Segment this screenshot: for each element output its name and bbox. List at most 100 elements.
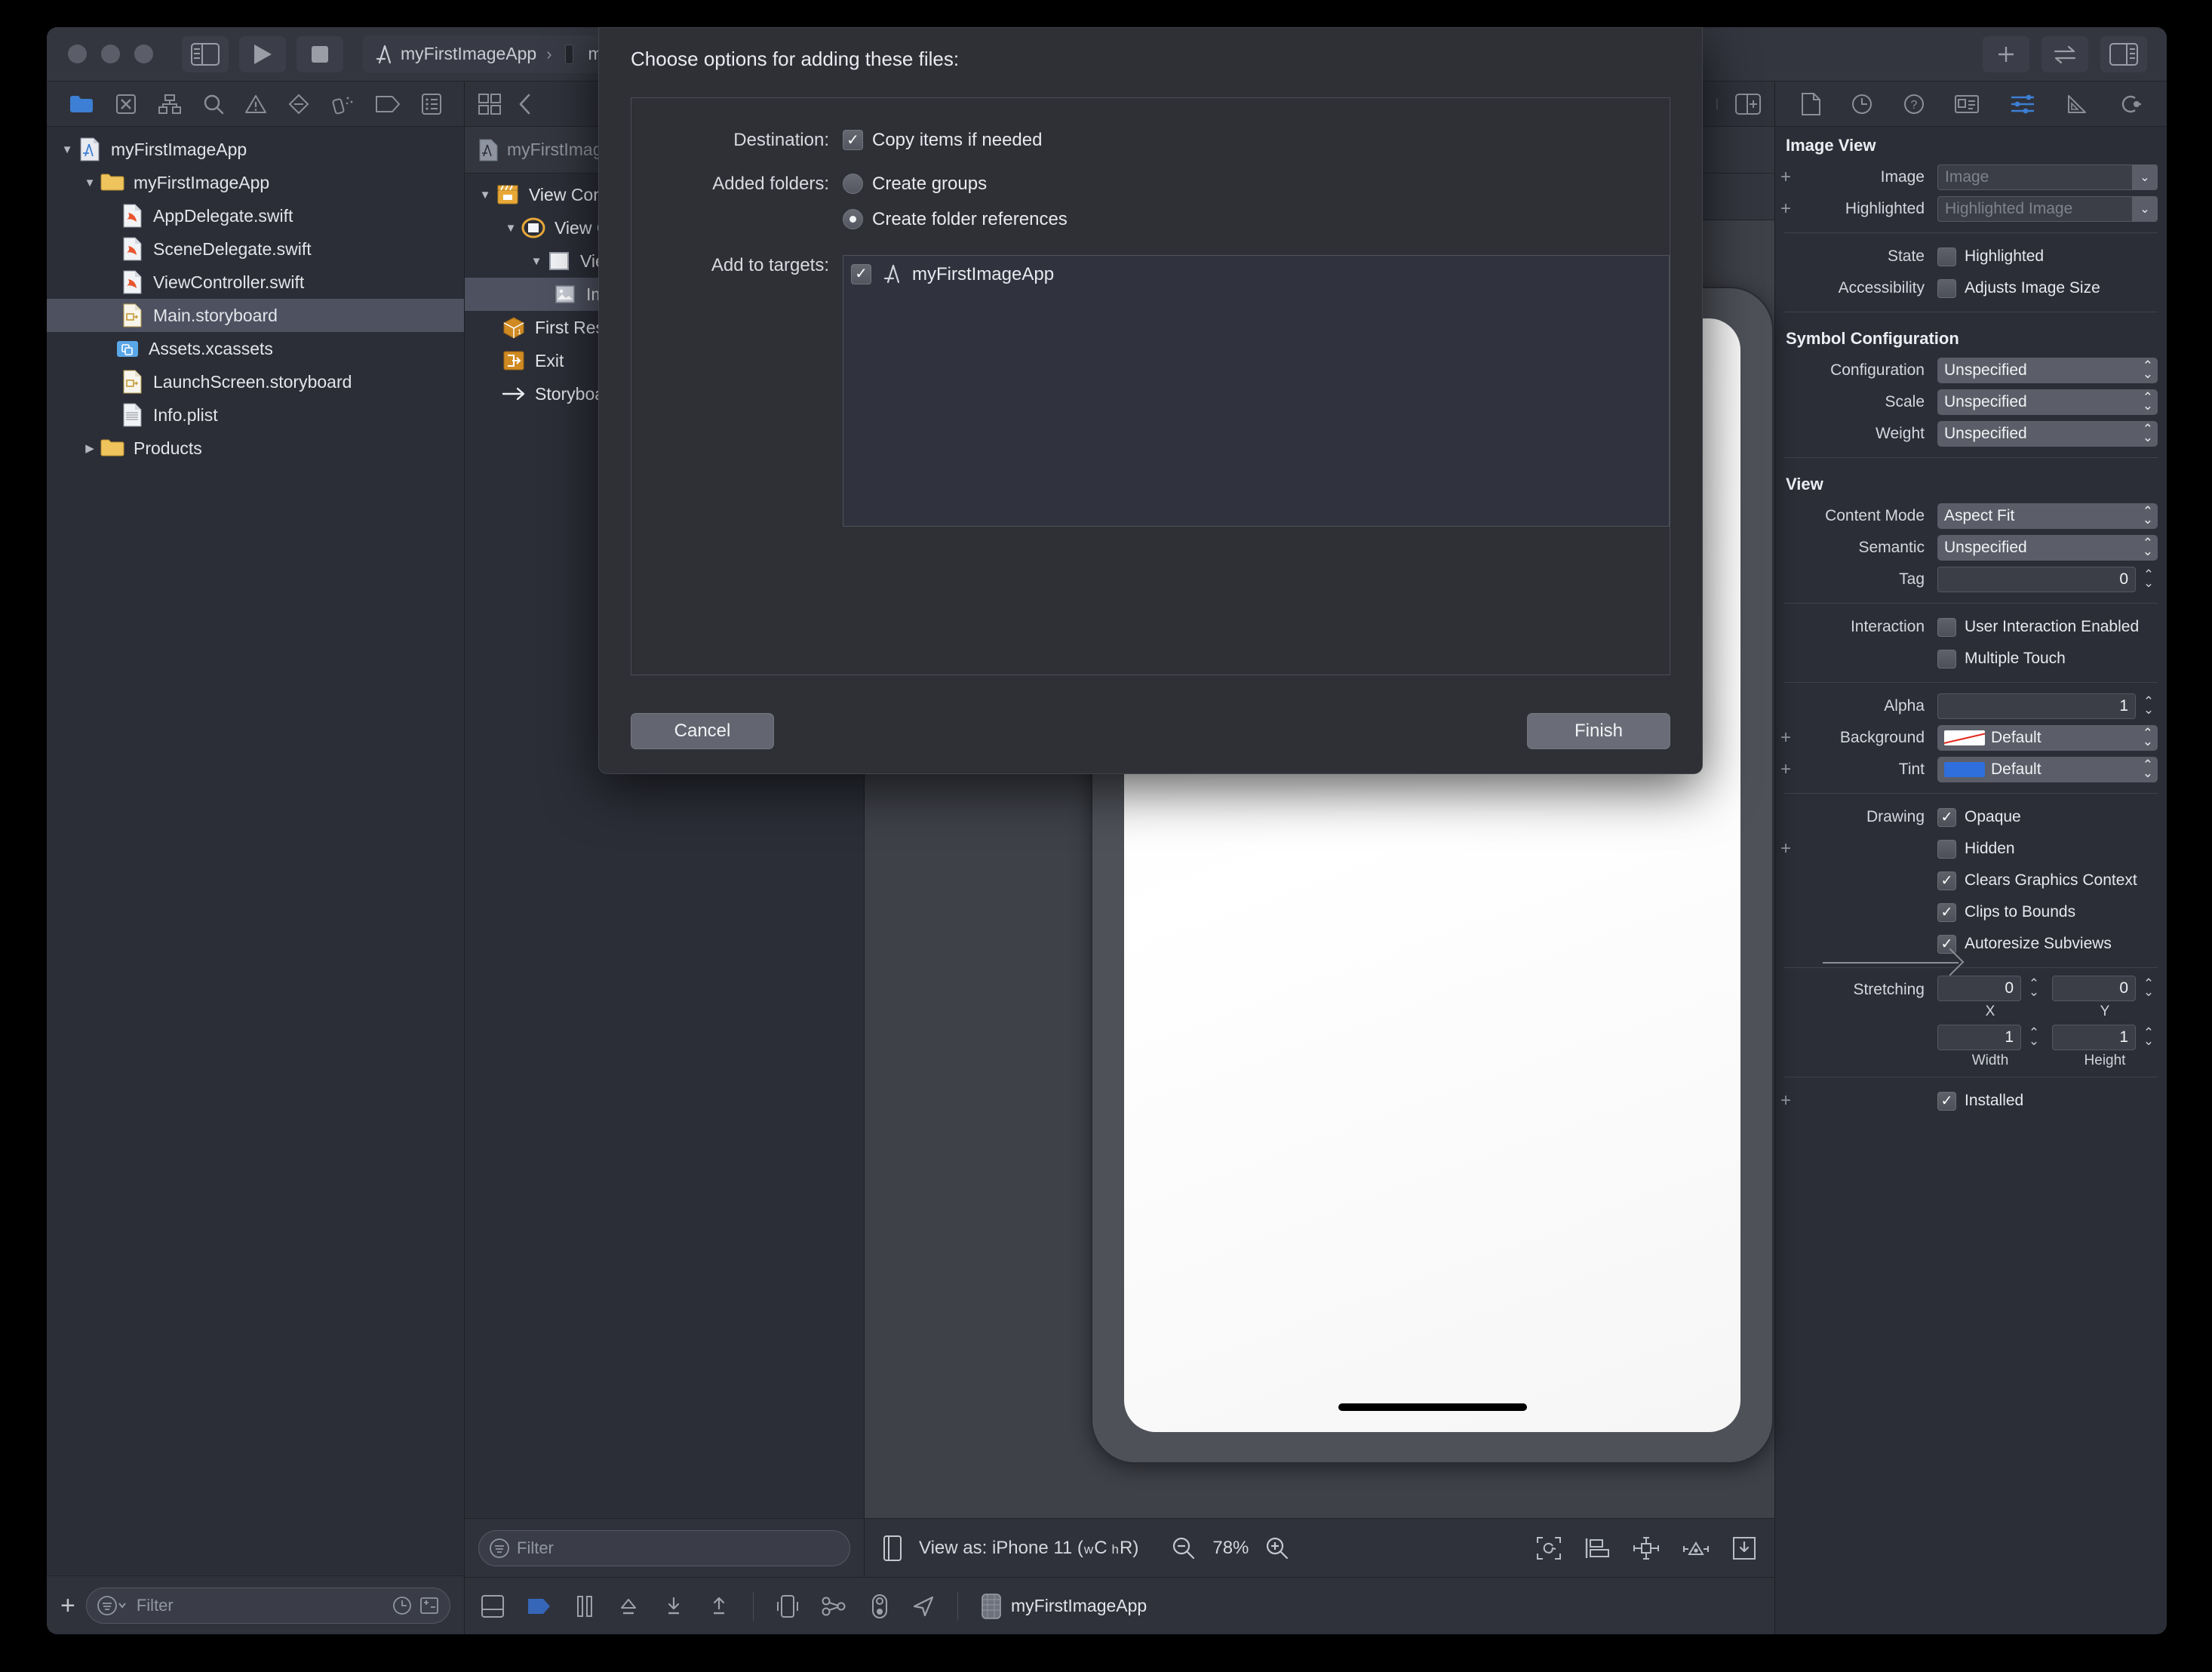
tree-row-appdelegate[interactable]: AppDelegate.swift [47, 199, 464, 232]
pause-icon[interactable] [575, 1595, 594, 1618]
stop-button[interactable] [296, 35, 343, 72]
size-inspector-tab[interactable] [2066, 94, 2088, 115]
identity-inspector-tab[interactable] [1955, 94, 1980, 114]
create-folder-references-radio[interactable] [843, 209, 863, 229]
add-highlighted-variation-button[interactable]: + [1778, 200, 1793, 218]
create-groups-radio[interactable] [843, 174, 863, 194]
debug-area-toggle-icon[interactable] [481, 1594, 504, 1618]
navigator-toggle-button[interactable] [182, 35, 229, 72]
issue-navigator-tab[interactable] [245, 94, 267, 114]
tree-row-group[interactable]: ▼ myFirstImageApp [47, 166, 464, 199]
multiple-touch-checkbox[interactable] [1937, 649, 1956, 668]
tree-row-infoplist[interactable]: Info.plist [47, 398, 464, 432]
add-hidden-variation-button[interactable]: + [1778, 840, 1793, 858]
add-file-button[interactable]: + [60, 1593, 75, 1618]
stepper-chevrons-icon[interactable]: ⌃ ⌄ [2143, 423, 2153, 444]
tree-row-launchscreen[interactable]: LaunchScreen.storyboard [47, 365, 464, 398]
content-mode-select[interactable]: Aspect Fit ⌃ ⌄ [1937, 503, 2158, 529]
zoom-in-icon[interactable] [1265, 1536, 1289, 1560]
stretching-width-input[interactable]: 1 [1937, 1025, 2021, 1050]
add-image-variation-button[interactable]: + [1778, 168, 1793, 186]
stretching-x-stepper[interactable]: ⌃ ⌄ [2025, 978, 2043, 998]
disclosure-triangle-icon[interactable]: ▼ [527, 255, 546, 268]
filter-options-icon[interactable] [490, 1538, 509, 1558]
stretching-x-input[interactable]: 0 [1937, 976, 2021, 1001]
stretching-y-stepper[interactable]: ⌃ ⌄ [2140, 978, 2158, 998]
debug-navigator-tab[interactable] [331, 94, 354, 115]
test-navigator-tab[interactable] [288, 94, 309, 115]
zoom-level-label[interactable]: 78% [1212, 1538, 1249, 1559]
installed-checkbox[interactable]: ✓ [1937, 1091, 1956, 1111]
user-interaction-enabled-checkbox[interactable] [1937, 617, 1956, 637]
background-color-swatch[interactable] [1944, 730, 1985, 745]
history-inspector-tab[interactable] [1851, 94, 1873, 115]
swap-arrows-button[interactable] [2041, 35, 2088, 72]
zoom-out-icon[interactable] [1172, 1536, 1196, 1560]
stepper-chevrons-icon[interactable]: ⌃ ⌄ [2143, 360, 2153, 380]
related-items-icon[interactable] [478, 93, 501, 115]
tint-color-swatch[interactable] [1944, 762, 1985, 777]
update-frames-icon[interactable] [1536, 1536, 1562, 1560]
memory-graph-icon[interactable] [870, 1594, 889, 1618]
disclosure-triangle-icon[interactable]: ▼ [57, 143, 77, 156]
opaque-checkbox[interactable]: ✓ [1937, 807, 1956, 827]
weight-select[interactable]: Unspecified ⌃ ⌄ [1937, 421, 2158, 447]
file-inspector-tab[interactable] [1801, 92, 1821, 115]
inspector-toggle-button[interactable] [2100, 35, 2147, 72]
outline-filter-field[interactable]: Filter [478, 1529, 850, 1566]
add-tint-variation-button[interactable]: + [1778, 761, 1793, 779]
source-control-filter-icon[interactable] [419, 1596, 439, 1615]
targets-list[interactable]: ✓ myFirstImageApp [843, 255, 1670, 527]
stepper-chevrons-icon[interactable]: ⌃ ⌄ [2143, 392, 2153, 412]
symbol-navigator-tab[interactable] [158, 94, 181, 114]
navigator-filter-field[interactable]: Filter [85, 1587, 450, 1624]
hidden-checkbox[interactable] [1937, 839, 1956, 859]
stepper-chevrons-icon[interactable]: ⌃ ⌄ [2143, 506, 2153, 526]
stretching-height-input[interactable]: 1 [2052, 1025, 2136, 1050]
breakpoint-navigator-tab[interactable] [375, 95, 400, 112]
add-installed-variation-button[interactable]: + [1778, 1092, 1793, 1110]
step-out-icon[interactable] [708, 1595, 730, 1618]
minimize-window-button[interactable] [101, 45, 120, 63]
adjusts-image-size-checkbox[interactable] [1937, 278, 1956, 298]
run-button[interactable] [239, 35, 286, 72]
embed-icon[interactable] [1732, 1536, 1756, 1560]
location-icon[interactable] [912, 1595, 935, 1618]
highlighted-dropdown-chevron-icon[interactable]: ⌄ [2132, 196, 2158, 222]
stretching-width-stepper[interactable]: ⌃ ⌄ [2025, 1027, 2043, 1047]
disclosure-triangle-icon[interactable]: ▶ [80, 441, 100, 455]
add-files-options-sheet[interactable]: Choose options for adding these files: D… [598, 27, 1703, 774]
scale-select[interactable]: Unspecified ⌃ ⌄ [1937, 389, 2158, 415]
source-control-navigator-tab[interactable] [115, 94, 137, 115]
tint-color-select[interactable]: Default ⌃ ⌄ [1937, 757, 2158, 782]
tree-row-scenedelegate[interactable]: SceneDelegate.swift [47, 232, 464, 266]
alpha-input[interactable]: 1 [1937, 693, 2136, 719]
target-checkbox[interactable]: ✓ [851, 263, 871, 284]
add-editor-icon[interactable] [1735, 93, 1761, 115]
stretching-y-input[interactable]: 0 [2052, 976, 2136, 1001]
zoom-window-button[interactable] [134, 45, 153, 63]
disclosure-triangle-icon[interactable]: ▼ [501, 222, 521, 235]
add-editor-button[interactable] [1983, 35, 2029, 72]
tree-row-project[interactable]: ▼ myFirstImageApp [47, 133, 464, 166]
recent-files-icon[interactable] [392, 1596, 412, 1615]
debug-process-item[interactable]: myFirstImageApp [981, 1593, 1147, 1619]
background-color-select[interactable]: Default ⌃ ⌄ [1937, 725, 2158, 751]
alpha-stepper[interactable]: ⌃ ⌄ [2140, 696, 2158, 716]
tree-row-main-storyboard[interactable]: Main.storyboard [47, 299, 464, 332]
tree-row-assets[interactable]: Assets.xcassets [47, 332, 464, 365]
tag-input[interactable]: 0 [1937, 567, 2136, 592]
stretching-height-stepper[interactable]: ⌃ ⌄ [2140, 1027, 2158, 1047]
filter-options-icon[interactable] [97, 1595, 129, 1615]
tree-row-viewcontroller[interactable]: ViewController.swift [47, 266, 464, 299]
image-input[interactable]: Image [1937, 164, 2132, 190]
pin-icon[interactable] [1633, 1536, 1660, 1560]
project-navigator-tab[interactable] [69, 94, 94, 114]
semantic-select[interactable]: Unspecified ⌃ ⌄ [1937, 535, 2158, 561]
find-navigator-tab[interactable] [203, 94, 224, 115]
align-icon[interactable] [1584, 1537, 1610, 1560]
view-debug-icon[interactable] [776, 1594, 799, 1618]
image-dropdown-chevron-icon[interactable]: ⌄ [2132, 164, 2158, 190]
connections-inspector-tab[interactable] [2118, 94, 2141, 115]
tag-stepper[interactable]: ⌃ ⌄ [2140, 569, 2158, 589]
